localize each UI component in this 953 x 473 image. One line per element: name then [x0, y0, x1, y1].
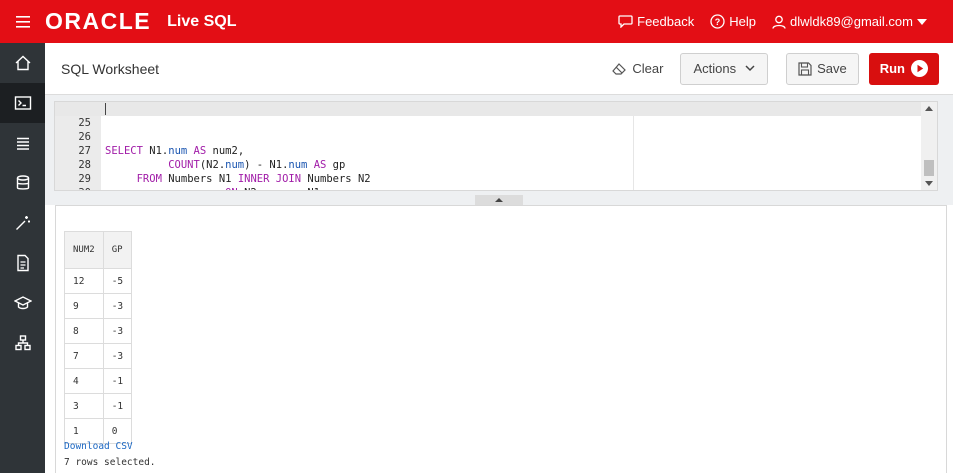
oracle-logo[interactable]: ORACLE	[45, 8, 151, 35]
home-icon	[15, 55, 30, 71]
feedback-link[interactable]: Feedback	[618, 14, 694, 29]
database-icon	[16, 175, 29, 190]
speech-bubble-icon	[618, 15, 633, 28]
scroll-up-arrow-icon[interactable]	[925, 106, 933, 111]
table-row: 9 -3	[64, 293, 133, 319]
table-cell: -1	[102, 368, 133, 394]
help-label: Help	[729, 14, 756, 29]
sidebar-item-quick-sql[interactable]	[0, 203, 45, 243]
download-csv-link[interactable]: Download CSV	[64, 441, 133, 452]
table-cell: 0	[102, 418, 133, 444]
table-cell: -3	[102, 318, 133, 344]
rows-selected-status: 7 rows selected.	[64, 457, 156, 468]
sidebar-item-tutorials[interactable]	[0, 283, 45, 323]
worksheet-toolbar: SQL Worksheet Clear Actions Save Run	[45, 43, 953, 95]
help-link[interactable]: ? Help	[710, 14, 756, 29]
code-line[interactable]: 27 COUNT(N2.num) - N1.num AS gp	[55, 130, 937, 171]
table-row: 10	[64, 418, 133, 444]
sidebar-item-home[interactable]	[0, 43, 45, 83]
save-button[interactable]: Save	[786, 52, 859, 85]
user-email: dlwldk89@gmail.com	[789, 14, 913, 29]
sidebar	[0, 43, 45, 473]
sidebar-item-list[interactable]	[0, 123, 45, 163]
table-cell: -1	[102, 393, 133, 419]
table-row: 8 -3	[64, 318, 133, 344]
caret-down-icon	[917, 18, 927, 25]
sql-editor[interactable]: 25 26 SELECT N1.num AS num2, 27 COUNT(N2…	[54, 101, 938, 191]
column-header: GP	[102, 231, 133, 269]
table-cell: 7	[64, 343, 104, 369]
actions-label: Actions	[693, 61, 737, 76]
pane-resize-handle[interactable]	[475, 195, 523, 205]
table-row: 3 -1	[64, 393, 133, 419]
code-line[interactable]: 29 ON N2.num <= N1.num	[55, 158, 937, 190]
scrollbar-thumb[interactable]	[924, 160, 934, 176]
column-header: NUM2	[64, 231, 104, 269]
magic-wand-icon	[15, 216, 30, 230]
scroll-down-arrow-icon[interactable]	[925, 181, 933, 186]
table-cell: 3	[64, 393, 104, 419]
table-cell: 9	[64, 293, 104, 319]
chevron-down-icon	[745, 65, 755, 72]
user-menu[interactable]: dlwldk89@gmail.com	[772, 14, 927, 29]
product-name[interactable]: Live SQL	[167, 13, 236, 31]
clear-label: Clear	[632, 61, 664, 76]
table-cell: 4	[64, 368, 104, 394]
help-icon: ?	[710, 14, 725, 29]
run-button[interactable]: Run	[868, 52, 939, 85]
editor-region: 25 26 SELECT N1.num AS num2, 27 COUNT(N2…	[45, 95, 953, 205]
floppy-disk-icon	[798, 61, 812, 76]
code-line[interactable]: 31	[55, 186, 937, 190]
table-cell: 8	[64, 318, 104, 344]
table-cell: -3	[102, 293, 133, 319]
actions-menu-button[interactable]: Actions	[680, 52, 769, 85]
svg-text:?: ?	[715, 17, 721, 27]
text-cursor	[105, 103, 106, 115]
table-cell: -3	[102, 343, 133, 369]
save-label: Save	[817, 61, 847, 76]
menu-button[interactable]	[0, 0, 45, 43]
clear-button[interactable]: Clear	[601, 53, 674, 85]
code-line[interactable]: 28 FROM Numbers N1 INNER JOIN Numbers N2	[55, 144, 937, 185]
run-label: Run	[879, 61, 905, 76]
hamburger-icon	[15, 15, 30, 28]
page-title: SQL Worksheet	[61, 60, 160, 77]
feedback-label: Feedback	[637, 14, 695, 29]
table-cell: 1	[64, 418, 104, 444]
hierarchy-icon	[14, 335, 31, 351]
table-row: 4 -1	[64, 368, 133, 394]
list-icon	[16, 137, 29, 150]
play-icon	[911, 60, 928, 77]
sidebar-item-schema[interactable]	[0, 323, 45, 363]
collapse-up-icon	[495, 198, 503, 202]
editor-scrollbar[interactable]	[921, 102, 937, 190]
results-table: NUM2 GP 12 -5 9 -3 8 -3 7 -3 4 -1 3 -1 1 0	[64, 231, 133, 444]
document-icon	[16, 254, 29, 272]
app-header: ORACLE Live SQL Feedback ? Help dlwldk89…	[0, 0, 953, 43]
table-row: 7 -3	[64, 343, 133, 369]
code-line[interactable]: 25	[55, 102, 937, 129]
eraser-icon	[612, 63, 627, 75]
table-cell: -5	[102, 268, 133, 294]
sidebar-item-sql-worksheet[interactable]	[0, 83, 45, 123]
sidebar-item-database[interactable]	[0, 163, 45, 203]
table-row: 12 -5	[64, 268, 133, 294]
sql-worksheet-icon	[14, 96, 31, 110]
user-icon	[772, 15, 786, 29]
results-panel: NUM2 GP 12 -5 9 -3 8 -3 7 -3 4 -1 3 -1 1 0 Download C…	[55, 205, 947, 473]
code-line[interactable]: 26 SELECT N1.num AS num2,	[55, 116, 937, 157]
sidebar-item-my-scripts[interactable]	[0, 243, 45, 283]
code-line[interactable]: 30 GROUP BY N1.num	[55, 172, 937, 190]
table-cell: 12	[64, 268, 104, 294]
table-header-row: NUM2 GP	[64, 231, 133, 269]
graduation-cap-icon	[13, 296, 32, 310]
